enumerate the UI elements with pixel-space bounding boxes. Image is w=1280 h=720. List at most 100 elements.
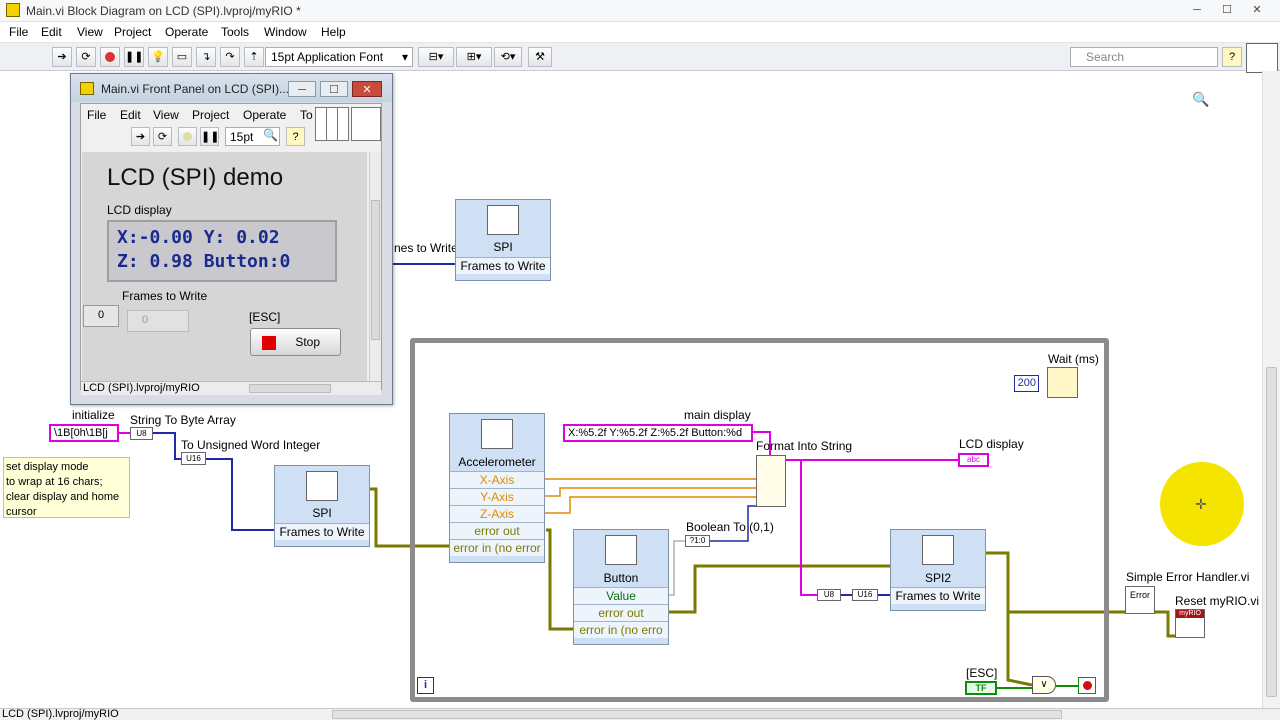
fp-lcd-line2: Z: 0.98 Button:0 bbox=[117, 251, 291, 272]
fp-heading: LCD (SPI) demo bbox=[107, 164, 284, 191]
fp-menu-operate[interactable]: Operate bbox=[243, 108, 286, 122]
wire-error-6 bbox=[1153, 610, 1176, 638]
crosshair-cursor-icon: ✛ bbox=[1195, 496, 1207, 512]
fp-maximize-button[interactable]: ☐ bbox=[320, 81, 348, 97]
wait-icon[interactable] bbox=[1047, 367, 1078, 398]
comment-note: set display mode to wrap at 16 chars; cl… bbox=[3, 457, 130, 518]
spi-node-top-title: SPI bbox=[493, 240, 513, 254]
string-to-byte-node[interactable]: U8 bbox=[130, 427, 153, 440]
main-display-label: main display bbox=[684, 408, 751, 422]
fp-stop-label: Stop bbox=[295, 335, 320, 349]
wait-label: Wait (ms) bbox=[1048, 352, 1099, 366]
accelerometer-error-in: error in (no error bbox=[450, 539, 544, 556]
fp-run-continuously-icon[interactable]: ⟳ bbox=[153, 127, 172, 146]
esc-label-diagram: [ESC] bbox=[966, 666, 998, 680]
string-to-byte-node-2[interactable]: U8 bbox=[817, 589, 841, 601]
front-panel-title: Main.vi Front Panel on LCD (SPI).... bbox=[101, 82, 293, 96]
loop-iteration-terminal[interactable]: i bbox=[417, 677, 434, 694]
accelerometer-icon bbox=[481, 419, 513, 449]
loop-condition-terminal[interactable] bbox=[1078, 677, 1096, 694]
fp-esc-label: [ESC] bbox=[249, 310, 281, 324]
fp-run-icon[interactable]: ➔ bbox=[131, 127, 150, 146]
boolean-to-node[interactable]: ?1:0 bbox=[685, 535, 710, 547]
spi-node-top-row: Frames to Write bbox=[456, 257, 550, 274]
fp-hscroll-thumb[interactable] bbox=[249, 384, 331, 393]
to-u16-node[interactable]: U16 bbox=[181, 452, 206, 465]
boolean-to-label: Boolean To (0,1) bbox=[686, 520, 774, 534]
fp-status-project: LCD (SPI).lvproj/myRIO bbox=[83, 382, 200, 394]
fp-scroll-thumb[interactable] bbox=[371, 200, 380, 340]
spi2-icon bbox=[922, 535, 954, 565]
accelerometer-error-out: error out bbox=[450, 522, 544, 539]
fp-frames-element[interactable]: 0 bbox=[127, 310, 189, 332]
fp-statusbar: LCD (SPI).lvproj/myRIO bbox=[81, 381, 381, 395]
format-string-constant[interactable]: X:%5.2f Y:%5.2f Z:%5.2f Button:%d bbox=[563, 424, 753, 442]
reset-myrio-icon[interactable]: myRIO bbox=[1175, 609, 1205, 638]
front-panel-client: File Edit View Project Operate To ➔ ⟳ ❚❚… bbox=[80, 103, 382, 395]
spi-icon bbox=[487, 205, 519, 235]
button-error-in: error in (no erro bbox=[574, 621, 668, 638]
status-project: LCD (SPI).lvproj/myRIO bbox=[2, 708, 119, 720]
status-bar: LCD (SPI).lvproj/myRIO bbox=[0, 708, 1280, 720]
button-icon bbox=[605, 535, 637, 565]
to-u16-node-2[interactable]: U16 bbox=[852, 589, 878, 601]
fp-search-icon[interactable]: 🔍 bbox=[263, 128, 278, 142]
button-error-out: error out bbox=[574, 604, 668, 621]
simple-error-handler-icon[interactable]: Error bbox=[1125, 586, 1155, 614]
fp-menu-project[interactable]: Project bbox=[192, 108, 229, 122]
fp-vertical-scrollbar[interactable] bbox=[369, 152, 381, 382]
fp-connector-pane-icon[interactable] bbox=[315, 107, 349, 141]
wire-byte bbox=[152, 432, 182, 460]
fp-menu-tools[interactable]: To bbox=[300, 108, 313, 122]
spi2-node[interactable]: SPI2 Frames to Write bbox=[890, 529, 986, 611]
initialize-label: initialize bbox=[72, 408, 115, 422]
accelerometer-x-axis: X-Axis bbox=[450, 471, 544, 488]
wait-constant[interactable]: 200 bbox=[1014, 375, 1039, 392]
accelerometer-node[interactable]: Accelerometer X-Axis Y-Axis Z-Axis error… bbox=[449, 413, 545, 563]
spi-node-left-title: SPI bbox=[312, 506, 332, 520]
fp-minimize-button[interactable]: ─ bbox=[288, 81, 316, 97]
spi2-row: Frames to Write bbox=[891, 587, 985, 604]
esc-terminal[interactable]: TF bbox=[965, 681, 997, 695]
accelerometer-y-axis: Y-Axis bbox=[450, 488, 544, 505]
fp-pause-icon[interactable]: ❚❚ bbox=[200, 127, 219, 146]
initialize-constant[interactable]: \1B[0h\1B[j bbox=[49, 424, 119, 442]
spi-node-left-row: Frames to Write bbox=[275, 523, 369, 540]
stop-icon bbox=[262, 336, 276, 350]
fp-close-button[interactable]: ✕ bbox=[352, 81, 382, 97]
fp-vi-icon[interactable] bbox=[351, 107, 381, 141]
spi-node-top[interactable]: SPI Frames to Write bbox=[455, 199, 551, 281]
fp-stop-button[interactable]: Stop bbox=[250, 328, 341, 356]
simple-error-handler-label: Simple Error Handler.vi bbox=[1126, 570, 1250, 584]
or-function-icon[interactable]: ∨ bbox=[1032, 676, 1056, 694]
format-into-string-node[interactable] bbox=[756, 455, 786, 507]
accelerometer-z-axis: Z-Axis bbox=[450, 505, 544, 522]
button-node[interactable]: Button Value error out error in (no erro bbox=[573, 529, 669, 645]
button-value: Value bbox=[574, 587, 668, 604]
frames-to-write-label-partial: nes to Write bbox=[394, 241, 458, 255]
wire-u16 bbox=[205, 458, 275, 531]
spi-node-left[interactable]: SPI Frames to Write bbox=[274, 465, 370, 547]
fp-array-index[interactable]: 0 bbox=[83, 305, 119, 327]
fp-font-label: 15pt bbox=[230, 130, 254, 144]
string-to-byte-label: String To Byte Array bbox=[130, 413, 236, 427]
fp-menu-file[interactable]: File bbox=[87, 108, 106, 122]
fp-menu-view[interactable]: View bbox=[153, 108, 179, 122]
fp-panel: LCD (SPI) demo LCD display X:-0.00 Y: 0.… bbox=[82, 152, 367, 382]
accelerometer-title: Accelerometer bbox=[458, 455, 536, 469]
fp-lcd-display: X:-0.00 Y: 0.02 Z: 0.98 Button:0 bbox=[107, 220, 337, 282]
lcd-display-label: LCD display bbox=[959, 437, 1024, 451]
button-title: Button bbox=[603, 571, 639, 585]
fp-lcd-label: LCD display bbox=[107, 203, 172, 217]
reset-myrio-label: Reset myRIO.vi bbox=[1175, 594, 1260, 608]
spi-icon bbox=[306, 471, 338, 501]
front-panel-window[interactable]: Main.vi Front Panel on LCD (SPI).... ─ ☐… bbox=[70, 73, 393, 405]
format-into-string-label: Format Into String bbox=[756, 439, 853, 453]
myrio-tag: myRIO bbox=[1176, 610, 1204, 618]
horizontal-scroll-thumb[interactable] bbox=[332, 710, 1062, 719]
fp-frames-label: Frames to Write bbox=[122, 289, 208, 303]
fp-menu-edit[interactable]: Edit bbox=[120, 108, 141, 122]
fp-abort-icon[interactable] bbox=[178, 127, 197, 146]
lcd-display-indicator[interactable]: abc bbox=[958, 453, 989, 467]
fp-help-icon[interactable]: ? bbox=[286, 127, 305, 146]
